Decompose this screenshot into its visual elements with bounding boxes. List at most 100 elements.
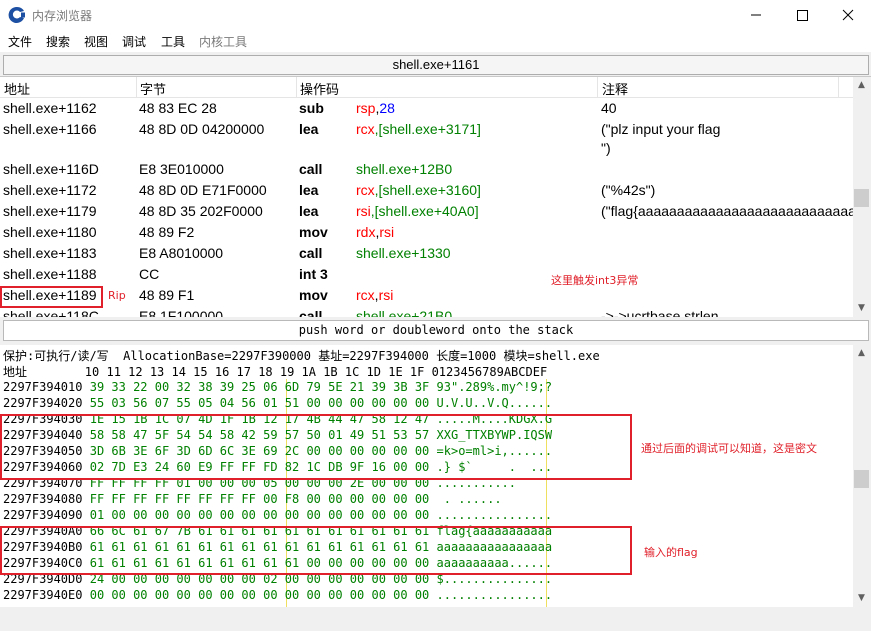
- hex-row-bytes: FF FF FF FF FF FF FF FF 00 F8 00 00 00 0…: [89, 492, 430, 506]
- menu-item[interactable]: 视图: [84, 33, 108, 50]
- row-opcode: int 3: [299, 266, 328, 282]
- flag-input-highlight-box: [0, 526, 632, 575]
- hex-row-address: 2297F394090: [3, 508, 83, 522]
- operand-token: ,[shell.exe+3171]: [374, 121, 481, 137]
- hex-row-address: 2297F394080: [3, 492, 83, 506]
- operand-token: rsi: [356, 203, 371, 219]
- row-opcode: call: [299, 161, 323, 177]
- col-divider[interactable]: [296, 77, 297, 97]
- operand-token: shell.exe+21B0: [356, 308, 453, 317]
- row-comment: ("%42s"): [601, 182, 656, 198]
- disasm-row[interactable]: shell.exe+1179 48 8D 35 202F0000 lea rsi,[s…: [0, 201, 853, 222]
- row-operands: rcx,[shell.exe+3160]: [356, 180, 481, 201]
- row-comment: ("plz input your flag: [601, 121, 721, 137]
- disasm-scrollbar[interactable]: ▲ ▼: [853, 77, 870, 317]
- operand-token: shell.exe+12B0: [356, 161, 453, 177]
- menu-item[interactable]: 文件: [8, 33, 32, 50]
- hex-scrollbar[interactable]: ▲ ▼: [853, 345, 870, 607]
- row-bytes: CC: [139, 266, 160, 282]
- hex-row[interactable]: 2297F3940E0 00 00 00 00 00 00 00 00 00 0…: [3, 587, 552, 603]
- row-bytes: E8 3E010000: [139, 161, 224, 177]
- row-bytes: 48 89 F1: [139, 287, 195, 303]
- operand-token: rsp: [356, 100, 376, 116]
- disasm-row[interactable]: shell.exe+1166 48 8D 0D 04200000 lea rcx,[s…: [0, 119, 853, 159]
- scroll-up-arrow-icon[interactable]: ▲: [853, 77, 870, 94]
- menu-item[interactable]: 工具: [161, 33, 185, 50]
- col-opcode[interactable]: 操作码: [300, 79, 339, 98]
- column-header: 地址 字节 操作码 注释: [0, 77, 853, 98]
- operand-token: ,[shell.exe+40A0]: [370, 203, 479, 219]
- row-address: shell.exe+1180: [3, 224, 97, 240]
- disasm-row[interactable]: shell.exe+118C E8 1F100000 call shell.exe+2…: [0, 306, 853, 317]
- row-operands: rsp,28: [356, 98, 395, 119]
- col-divider[interactable]: [136, 77, 137, 97]
- row-opcode: sub: [299, 100, 324, 116]
- scroll-up-arrow-icon[interactable]: ▲: [853, 345, 870, 362]
- scrollbar-thumb[interactable]: [854, 189, 869, 207]
- disasm-row[interactable]: shell.exe+1183 E8 A8010000 call shell.exe+1…: [0, 243, 853, 264]
- row-operands: rcx,[shell.exe+3171]: [356, 119, 481, 140]
- row-operands: shell.exe+12B0: [356, 159, 452, 180]
- minimize-button[interactable]: [733, 0, 779, 30]
- window-title: 内存浏览器: [32, 9, 93, 23]
- row-bytes: 48 8D 0D E71F0000: [139, 182, 267, 198]
- hex-row[interactable]: 2297F394080 FF FF FF FF FF FF FF FF 00 F…: [3, 491, 502, 507]
- address-strip: shell.exe+1161: [0, 52, 871, 77]
- disasm-row[interactable]: shell.exe+1189 48 89 F1 mov rcx,rsi: [0, 285, 853, 306]
- scroll-down-arrow-icon[interactable]: ▼: [853, 300, 870, 317]
- hex-row-ascii: U.V.U..V.Q......: [436, 396, 553, 410]
- disasm-row[interactable]: shell.exe+1172 48 8D 0D E71F0000 lea rcx,[s…: [0, 180, 853, 201]
- ciphertext-note: 通过后面的调试可以知道，这是密文: [641, 442, 817, 455]
- operand-token: rcx: [356, 287, 375, 303]
- col-divider[interactable]: [838, 77, 839, 97]
- operand-token: rcx: [356, 121, 375, 137]
- col-comment[interactable]: 注释: [602, 79, 628, 98]
- maximize-button[interactable]: [779, 0, 825, 30]
- row-bytes: 48 89 F2: [139, 224, 195, 240]
- row-address: shell.exe+116D: [3, 161, 99, 177]
- col-bytes[interactable]: 字节: [140, 79, 166, 98]
- disasm-row[interactable]: shell.exe+1162 48 83 EC 28 sub rsp,28 40: [0, 98, 853, 119]
- hex-row-bytes: 55 03 56 07 55 05 04 56 01 51 00 00 00 0…: [89, 396, 430, 410]
- row-opcode: call: [299, 245, 323, 261]
- hex-row[interactable]: 2297F394020 55 03 56 07 55 05 04 56 01 5…: [3, 395, 552, 411]
- flag-input-note: 输入的flag: [644, 546, 698, 559]
- app-gear-icon: [8, 6, 25, 23]
- row-comment: ("flag{aaaaaaaaaaaaaaaaaaaaaaaaaaaaaa: [601, 203, 853, 219]
- disasm-row[interactable]: shell.exe+1188 CC int 3: [0, 264, 853, 285]
- row-opcode: lea: [299, 182, 319, 198]
- menu-bar: 文件 搜索 视图 调试 工具 内核工具: [0, 30, 871, 52]
- row-bytes: 48 83 EC 28: [139, 100, 217, 116]
- operand-token: ,[shell.exe+3160]: [374, 182, 481, 198]
- row-bytes: 48 8D 35 202F0000: [139, 203, 263, 219]
- disasm-row[interactable]: shell.exe+1180 48 89 F2 mov rdx,rsi: [0, 222, 853, 243]
- operand-token: rdx: [356, 224, 376, 240]
- hex-row-ascii: ................: [436, 588, 553, 602]
- row-operands: shell.exe+21B0: [356, 306, 452, 317]
- disasm-row[interactable]: shell.exe+116D E8 3E010000 call shell.exe+1…: [0, 159, 853, 180]
- row-address: shell.exe+1179: [3, 203, 97, 219]
- hex-row-ascii: 93".289%.my^!9;?: [436, 380, 553, 394]
- title-bar: 内存浏览器: [0, 0, 871, 30]
- hex-row-ascii: . ......: [436, 492, 502, 506]
- col-divider[interactable]: [597, 77, 598, 97]
- memory-region-info: 保护:可执行/读/写 AllocationBase=2297F390000 基址…: [3, 349, 600, 363]
- row-address: shell.exe+1188: [3, 266, 97, 282]
- disassembly-rows: shell.exe+1162 48 83 EC 28 sub rsp,28 40 shel…: [0, 98, 853, 317]
- scroll-down-arrow-icon[interactable]: ▼: [853, 590, 870, 607]
- menu-item[interactable]: 搜索: [46, 33, 70, 50]
- hex-row-bytes: 39 33 22 00 32 38 39 25 06 6D 79 5E 21 3…: [89, 380, 430, 394]
- int3-note: 这里触发int3异常: [551, 274, 639, 287]
- close-button[interactable]: [825, 0, 871, 30]
- hex-row[interactable]: 2297F394010 39 33 22 00 32 38 39 25 06 6…: [3, 379, 552, 395]
- col-address[interactable]: 地址: [4, 79, 30, 98]
- ciphertext-highlight-box: [0, 414, 632, 480]
- disassembly-view[interactable]: 地址 字节 操作码 注释 shell.exe+1162 48 83 EC 28 su…: [0, 77, 853, 317]
- current-address-button[interactable]: shell.exe+1161: [3, 55, 869, 75]
- operand-token: shell.exe+1330: [356, 245, 451, 261]
- hex-row[interactable]: 2297F394090 01 00 00 00 00 00 00 00 00 0…: [3, 507, 552, 523]
- operand-token: rsi: [379, 224, 395, 240]
- menu-item[interactable]: 调试: [122, 33, 146, 50]
- menu-item[interactable]: 内核工具: [199, 33, 247, 50]
- scrollbar-thumb[interactable]: [854, 470, 869, 488]
